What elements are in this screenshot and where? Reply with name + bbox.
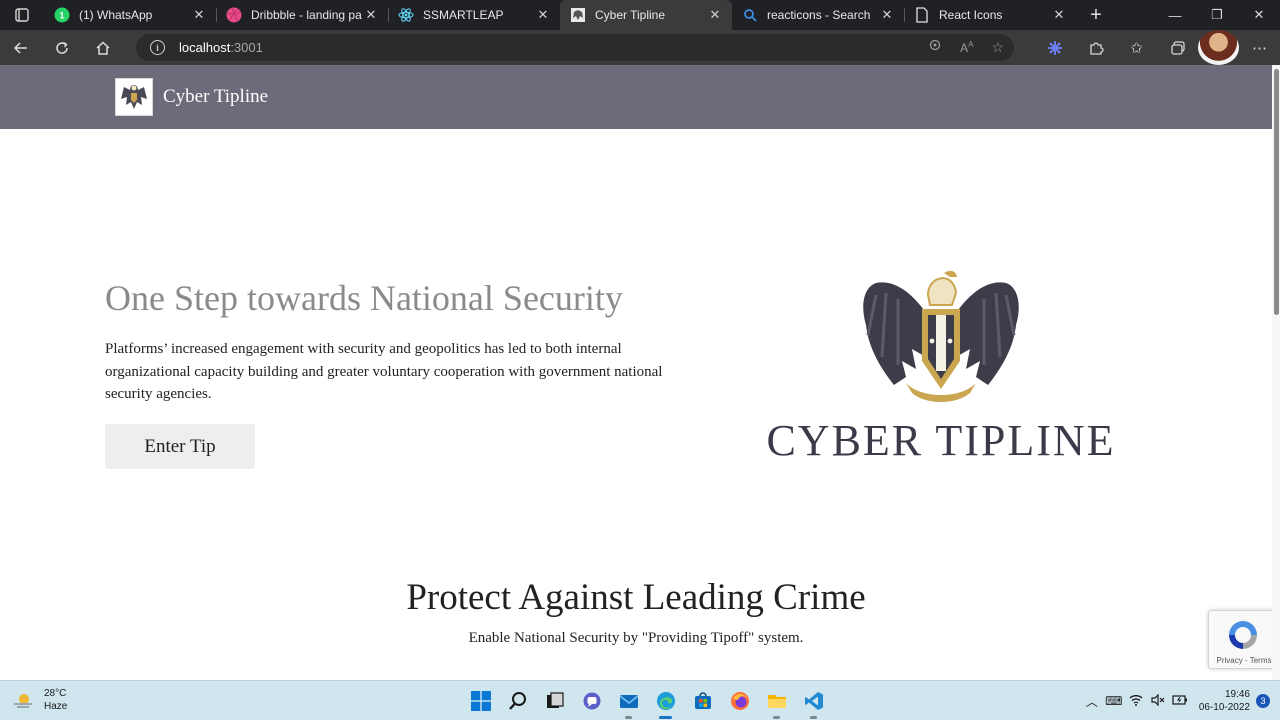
home-icon[interactable] (82, 30, 123, 65)
tab-close-icon[interactable]: ✕ (1050, 7, 1068, 23)
tab-title: SSMARTLEAP (423, 8, 504, 22)
search-icon[interactable] (499, 681, 536, 721)
svg-text:1: 1 (59, 11, 64, 21)
address-bar[interactable]: i localhost :3001 AA ☆ (136, 34, 1014, 61)
tab-title: React Icons (939, 8, 1003, 22)
address-port: :3001 (230, 40, 263, 55)
teams-chat-icon[interactable] (573, 681, 610, 721)
tab-actions-icon[interactable] (0, 0, 44, 30)
react-icon (398, 7, 414, 23)
tab-title: (1) WhatsApp (79, 8, 153, 22)
section-subtitle: Enable National Security by "Providing T… (468, 630, 804, 646)
document-icon (914, 7, 930, 23)
extensions-puzzle-icon[interactable] (1075, 30, 1116, 65)
keyboard-icon[interactable]: ⌨ (1103, 694, 1125, 708)
tab-close-icon[interactable]: ✕ (706, 7, 724, 23)
tab-title: Cyber Tipline (595, 8, 666, 22)
tab-dribbble[interactable]: Dribbble - landing page ✕ (216, 0, 388, 30)
tab-close-icon[interactable]: ✕ (190, 7, 208, 23)
wifi-icon[interactable] (1125, 694, 1147, 709)
start-windows-icon[interactable] (462, 681, 499, 721)
minimize-icon[interactable]: — (1154, 0, 1196, 30)
taskbar-apps (462, 681, 832, 721)
whatsapp-icon: 1 (54, 7, 70, 23)
edge-browser-icon[interactable] (647, 681, 684, 721)
scrollbar-thumb[interactable] (1274, 69, 1279, 315)
show-hidden-icons-chevron-icon[interactable]: ︿ (1081, 693, 1103, 710)
tab-title: Dribbble - landing page (251, 8, 362, 22)
microsoft-store-icon[interactable] (684, 681, 721, 721)
tab-close-icon[interactable]: ✕ (534, 7, 552, 23)
clock-time: 19:46 (1224, 689, 1250, 700)
read-aloud-icon[interactable]: AA (960, 40, 973, 55)
tab-close-icon[interactable]: ✕ (362, 7, 380, 23)
haze-weather-icon (14, 694, 32, 708)
new-tab-button[interactable]: + (1076, 0, 1116, 30)
add-favorite-icon[interactable]: ☆ (991, 39, 1004, 56)
site-info-icon[interactable]: i (150, 40, 165, 55)
firefox-icon[interactable] (721, 681, 758, 721)
page-viewport: Cyber Tipline One Step towards National … (0, 65, 1280, 680)
tab-react-icons[interactable]: React Icons ✕ (904, 0, 1076, 30)
recaptcha-icon (1229, 621, 1257, 649)
maximize-icon[interactable]: ❐ (1196, 0, 1238, 30)
tab-title: reacticons - Search (767, 8, 871, 22)
favorites-icon[interactable]: ✩ (1116, 30, 1157, 65)
file-explorer-icon[interactable] (758, 681, 795, 721)
weather-widget[interactable]: 28°C Haze (12, 687, 67, 713)
tab-close-icon[interactable]: ✕ (878, 7, 896, 23)
search-icon (742, 7, 758, 23)
collections-icon[interactable] (1157, 30, 1198, 65)
site-logo[interactable] (115, 78, 153, 116)
hero-title: One Step towards National Security (105, 278, 623, 318)
dribbble-icon (226, 7, 242, 23)
site-brand-name[interactable]: Cyber Tipline (163, 86, 268, 108)
site-header: Cyber Tipline (0, 65, 1272, 129)
section-title: Protect Against Leading Crime (406, 577, 866, 618)
hero-description: Platforms’ increased engagement with sec… (105, 341, 663, 402)
back-arrow-icon[interactable] (0, 30, 41, 65)
volume-muted-icon[interactable] (1147, 693, 1169, 709)
page-scrollbar[interactable] (1272, 65, 1280, 680)
vscode-icon[interactable] (795, 681, 832, 721)
task-view-icon[interactable] (536, 681, 573, 721)
tab-reacticons-search[interactable]: reacticons - Search ✕ (732, 0, 904, 30)
extension-icon[interactable] (1034, 30, 1075, 65)
emblem-text: CYBER TIPLINE (766, 416, 1116, 465)
location-pin-icon[interactable] (928, 39, 942, 56)
system-clock[interactable]: 19:46 06-10-2022 (1199, 688, 1250, 714)
recaptcha-links[interactable]: Privacy - Terms (1209, 656, 1279, 665)
close-window-icon[interactable]: ✕ (1238, 0, 1280, 30)
mail-icon[interactable] (610, 681, 647, 721)
tab-cyber-tipline[interactable]: Cyber Tipline ✕ (560, 0, 732, 30)
enter-tip-button[interactable]: Enter Tip (105, 424, 255, 469)
browser-toolbar: i localhost :3001 AA ☆ ✩ ⋯ (0, 30, 1280, 65)
tab-whatsapp[interactable]: 1 (1) WhatsApp ✕ (44, 0, 216, 30)
recaptcha-badge[interactable]: Privacy - Terms (1208, 610, 1278, 669)
refresh-icon[interactable] (41, 30, 82, 65)
window-controls: — ❐ ✕ (1154, 0, 1280, 30)
address-host: localhost (179, 40, 231, 55)
clock-date: 06-10-2022 (1198, 702, 1250, 713)
more-options-icon[interactable]: ⋯ (1239, 30, 1280, 65)
profile-avatar[interactable] (1198, 30, 1239, 65)
tab-ssmartleap[interactable]: SSMARTLEAP ✕ (388, 0, 560, 30)
notification-count-badge[interactable]: 3 (1256, 694, 1270, 708)
eagle-emblem-icon (863, 270, 1019, 402)
windows-taskbar: 28°C Haze ︿ ⌨ 19:46 06-10-2022 3 (0, 680, 1280, 720)
weather-temperature: 28°C (44, 688, 67, 699)
weather-condition: Haze (44, 701, 68, 712)
cyber-tipline-emblem: CYBER TIPLINE (756, 265, 1126, 470)
battery-charging-icon[interactable] (1169, 694, 1191, 709)
emblem-favicon (570, 7, 586, 23)
browser-tab-strip: 1 (1) WhatsApp ✕ Dribbble - landing page… (0, 0, 1280, 30)
system-tray: ︿ ⌨ 19:46 06-10-2022 3 (1081, 681, 1280, 721)
